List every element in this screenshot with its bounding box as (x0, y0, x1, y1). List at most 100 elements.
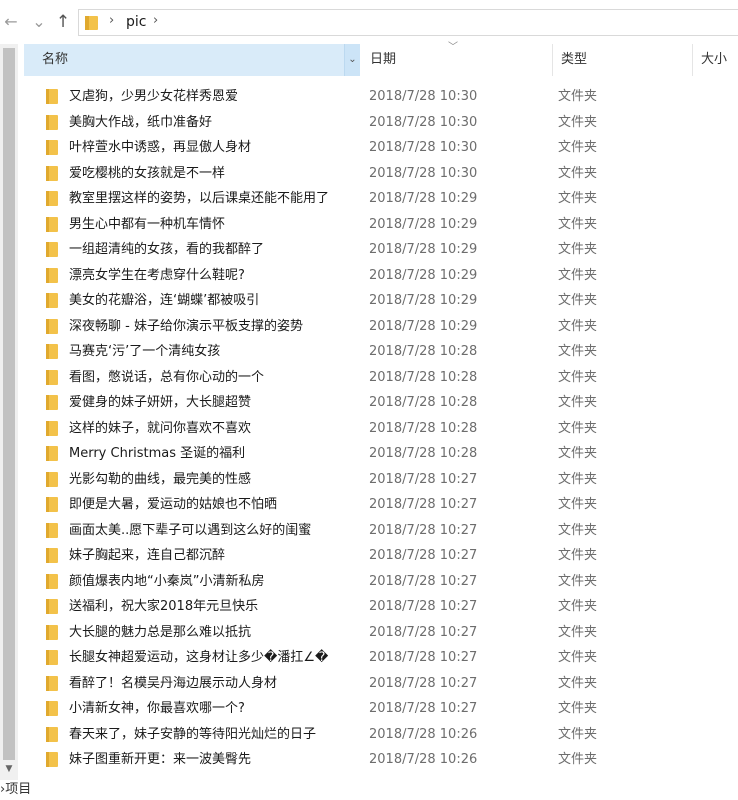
folder-icon (46, 395, 58, 410)
column-size[interactable]: 大小 (692, 44, 738, 76)
file-date: 2018/7/28 10:28 (369, 420, 478, 436)
file-type: 文件夹 (558, 89, 598, 104)
list-item[interactable]: 看醉了！名模吴丹海边展示动人身材 2018/7/28 10:27 文件夹 (24, 671, 738, 697)
folder-icon (46, 267, 58, 283)
folder-icon (46, 497, 58, 512)
back-arrow-icon[interactable]: ← (0, 10, 22, 34)
list-item[interactable]: 美女的花瓣浴，连‘蝴蝶’都被吸引 2018/7/28 10:29 文件夹 (24, 288, 738, 314)
file-type: 文件夹 (558, 216, 598, 232)
file-date: 2018/7/28 10:27 (369, 573, 478, 589)
list-item[interactable]: 大长腿的魅力总是那么难以抵抗 2018/7/28 10:27 文件夹 (24, 620, 738, 646)
list-item[interactable]: Merry Christmas 圣诞的福利 2018/7/28 10:28 文件夹 (24, 441, 738, 467)
folder-icon (85, 16, 98, 30)
file-type: 文件夹 (558, 497, 598, 512)
list-item[interactable]: 画面太美..愿下辈子可以遇到这么好的闺蜜 2018/7/28 10:27 文件夹 (24, 518, 738, 544)
list-item[interactable]: 春天来了，妹子安静的等待阳光灿烂的日子 2018/7/28 10:26 文件夹 (24, 722, 738, 748)
file-type: 文件夹 (558, 140, 598, 155)
file-type: 文件夹 (558, 726, 598, 742)
file-date: 2018/7/28 10:27 (369, 701, 478, 716)
folder-icon (46, 344, 58, 359)
file-type: 文件夹 (558, 395, 598, 410)
file-date: 2018/7/28 10:30 (369, 89, 478, 104)
list-item[interactable]: 这样的妹子，就问你喜欢不喜欢 2018/7/28 10:28 文件夹 (24, 416, 738, 442)
file-type: 文件夹 (558, 701, 598, 716)
address-bar-area: ← ⌄ ↑ › pic › (0, 0, 738, 44)
file-name: 妹子胸起来，连自己都沉醉 (69, 548, 226, 563)
folder-icon (46, 369, 58, 385)
list-item[interactable]: 马赛克‘污’了一个清纯女孩 2018/7/28 10:28 文件夹 (24, 339, 738, 365)
list-item[interactable]: 颜值爆表内地“小秦岚”小清新私房 2018/7/28 10:27 文件夹 (24, 569, 738, 595)
list-item[interactable]: 妹子图重新开更：来一波美臀先 2018/7/28 10:26 文件夹 (24, 747, 738, 773)
folder-icon (46, 420, 58, 436)
file-type: 文件夹 (558, 548, 598, 563)
folder-icon (46, 573, 58, 589)
list-item[interactable]: 美胸大作战，纸巾准备好 2018/7/28 10:30 文件夹 (24, 110, 738, 136)
folder-icon (46, 242, 58, 257)
folder-icon (46, 650, 58, 665)
list-item[interactable]: 漂亮女学生在考虑穿什么鞋呢? 2018/7/28 10:29 文件夹 (24, 263, 738, 289)
folder-icon (46, 675, 58, 691)
breadcrumb-pic[interactable]: pic (126, 14, 146, 30)
file-date: 2018/7/28 10:30 (369, 140, 478, 155)
file-name: 长腿女神超爱运动，这身材让多少�潘扛∠� (69, 650, 329, 665)
folder-icon (46, 89, 58, 104)
file-name: 妹子图重新开更：来一波美臀先 (69, 752, 252, 767)
list-item[interactable]: 又虐狗，少男少女花样秀恩爱 2018/7/28 10:30 文件夹 (24, 84, 738, 110)
file-name: 马赛克‘污’了一个清纯女孩 (69, 344, 221, 359)
file-name: 美女的花瓣浴，连‘蝴蝶’都被吸引 (69, 293, 260, 308)
file-name: 又虐狗，少男少女花样秀恩爱 (69, 89, 239, 104)
list-item[interactable]: 男生心中都有一种机车情怀 2018/7/28 10:29 文件夹 (24, 212, 738, 238)
list-item[interactable]: 叶梓萱水中诱惑，再显傲人身材 2018/7/28 10:30 文件夹 (24, 135, 738, 161)
file-date: 2018/7/28 10:28 (369, 395, 478, 410)
file-type: 文件夹 (558, 522, 598, 538)
file-date: 2018/7/28 10:29 (369, 318, 478, 334)
file-date: 2018/7/28 10:29 (369, 191, 478, 206)
folder-icon (46, 624, 58, 640)
list-item[interactable]: 爱吃樱桃的女孩就是不一样 2018/7/28 10:30 文件夹 (24, 161, 738, 187)
scrollbar-thumb[interactable] (3, 48, 15, 760)
file-name: 光影勾勒的曲线，最完美的性感 (69, 471, 252, 487)
file-date: 2018/7/28 10:27 (369, 599, 478, 614)
list-item[interactable]: 小清新女神，你最喜欢哪一个? 2018/7/28 10:27 文件夹 (24, 696, 738, 722)
folder-icon (46, 191, 58, 206)
file-name: 颜值爆表内地“小秦岚”小清新私房 (69, 573, 265, 589)
forward-chevron-icon[interactable]: ⌄ (28, 10, 50, 34)
list-item[interactable]: 爱健身的妹子妍妍，大长腿超赞 2018/7/28 10:28 文件夹 (24, 390, 738, 416)
file-name: 春天来了，妹子安静的等待阳光灿烂的日子 (69, 726, 317, 742)
file-name: 画面太美..愿下辈子可以遇到这么好的闺蜜 (69, 522, 312, 538)
status-item-count: ›项目 (0, 782, 32, 797)
file-date: 2018/7/28 10:29 (369, 293, 478, 308)
list-item[interactable]: 看图，憋说话，总有你心动的一个 2018/7/28 10:28 文件夹 (24, 365, 738, 391)
file-type: 文件夹 (558, 165, 598, 181)
list-item[interactable]: 深夜畅聊 - 妹子给你演示平板支撑的姿势 2018/7/28 10:29 文件夹 (24, 314, 738, 340)
folder-icon (46, 522, 58, 538)
scroll-down-icon[interactable]: ▼ (3, 760, 15, 778)
list-item[interactable]: 即便是大暑，爱运动的姑娘也不怕晒 2018/7/28 10:27 文件夹 (24, 492, 738, 518)
column-type[interactable]: 类型 (552, 44, 692, 76)
folder-icon (46, 701, 58, 716)
file-date: 2018/7/28 10:28 (369, 344, 478, 359)
list-item[interactable]: 教室里摆这样的姿势，以后课桌还能不能用了 2018/7/28 10:29 文件夹 (24, 186, 738, 212)
chevron-down-icon[interactable]: ⌄ (344, 44, 360, 76)
up-arrow-icon[interactable]: ↑ (52, 10, 74, 34)
folder-icon (46, 293, 58, 308)
file-name: 看醉了！名模吴丹海边展示动人身材 (69, 675, 278, 691)
list-item[interactable]: 一组超清纯的女孩，看的我都醉了 2018/7/28 10:29 文件夹 (24, 237, 738, 263)
file-date: 2018/7/28 10:29 (369, 216, 478, 232)
scrollbar[interactable]: ▼ (0, 44, 18, 780)
breadcrumb-separator[interactable]: › (153, 13, 158, 28)
file-date: 2018/7/28 10:29 (369, 242, 478, 257)
list-item[interactable]: 送福利，祝大家2018年元旦快乐 2018/7/28 10:27 文件夹 (24, 594, 738, 620)
file-date: 2018/7/28 10:27 (369, 497, 478, 512)
column-name[interactable]: 名称 (24, 44, 360, 76)
file-type: 文件夹 (558, 752, 598, 767)
address-bar[interactable]: › pic › (78, 9, 738, 36)
list-item[interactable]: 长腿女神超爱运动，这身材让多少�潘扛∠� 2018/7/28 10:27 文件夹 (24, 645, 738, 671)
list-item[interactable]: 妹子胸起来，连自己都沉醉 2018/7/28 10:27 文件夹 (24, 543, 738, 569)
folder-icon (46, 216, 58, 232)
file-name: 教室里摆这样的姿势，以后课桌还能不能用了 (69, 191, 330, 206)
file-type: 文件夹 (558, 191, 598, 206)
list-item[interactable]: 光影勾勒的曲线，最完美的性感 2018/7/28 10:27 文件夹 (24, 467, 738, 493)
breadcrumb-separator[interactable]: › (109, 13, 114, 28)
column-date[interactable]: 日期 (362, 44, 552, 76)
